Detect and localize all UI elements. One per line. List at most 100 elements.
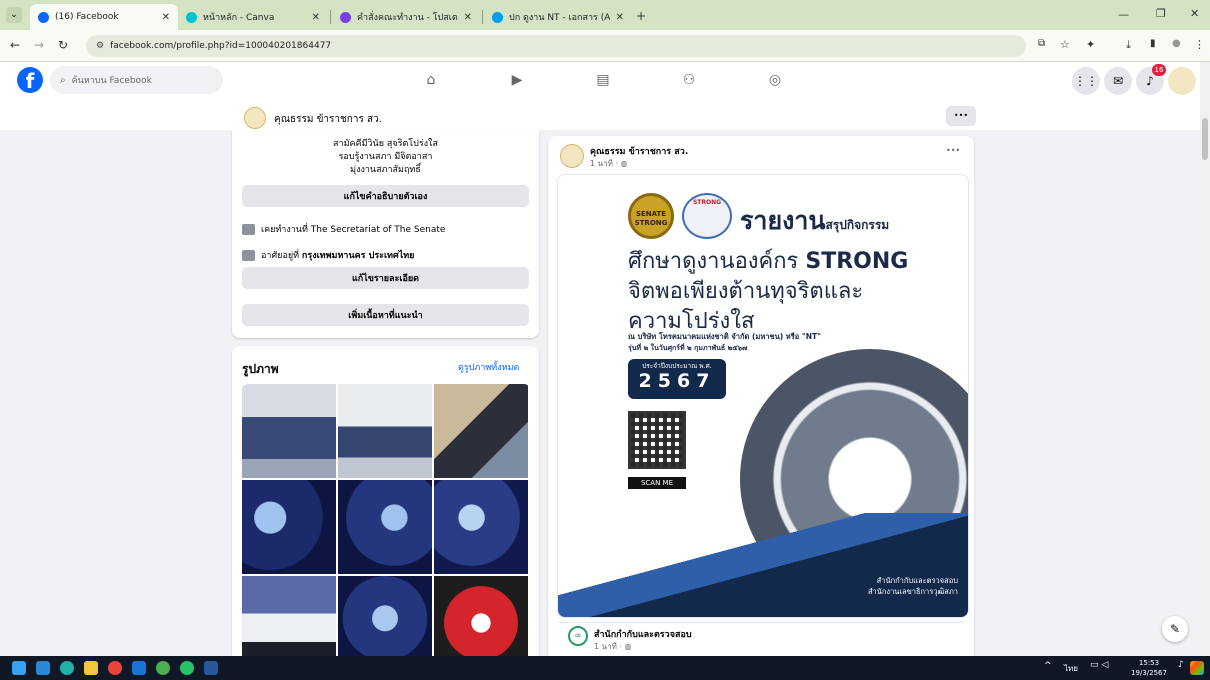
photo-thumbnail[interactable] — [242, 480, 336, 574]
bio-text: สามัคคีมีวินัย สุจริตโปร่งใส รอบรู้งานสภ… — [232, 138, 539, 177]
shared-page-avatar[interactable]: ∞ — [568, 626, 588, 646]
post-time-text: 1 นาที · — [590, 159, 621, 168]
tray-chevron-icon[interactable]: ^ — [1044, 661, 1052, 671]
close-tab-icon[interactable]: ✕ — [464, 12, 472, 23]
clock-time: 15:53 — [1138, 659, 1160, 667]
photos-card: รูปภาพ ดูรูปภาพทั้งหมด — [232, 346, 539, 666]
photo-thumbnail[interactable] — [338, 480, 432, 574]
bio-line: รอบรู้งานสภา มีจิตอาสา — [338, 152, 433, 162]
reload-icon[interactable]: ↻ — [58, 38, 68, 52]
photo-thumbnail[interactable] — [338, 384, 432, 478]
sidebar-icon[interactable]: ▮ — [1150, 38, 1156, 49]
photo-thumbnail[interactable] — [242, 384, 336, 478]
close-tab-icon[interactable]: ✕ — [312, 12, 320, 23]
intro-card: สามัคคีมีวินัย สุจริตโปร่งใส รอบรู้งานสภ… — [232, 130, 539, 338]
post-poster-image[interactable]: SENATE STRONG STRONG รายงานสรุปกิจกรรม ศ… — [557, 174, 969, 618]
forward-icon[interactable]: → — [34, 38, 44, 52]
video-icon[interactable]: ▶ — [504, 68, 530, 92]
windows-start-icon[interactable] — [12, 661, 26, 675]
new-message-button[interactable]: ✎ — [1162, 616, 1188, 642]
extensions-icon[interactable]: ✦ — [1086, 38, 1095, 51]
tab-facebook[interactable]: (16) Facebook ✕ — [30, 4, 178, 30]
clock[interactable]: 15:53 19/3/2567 — [1126, 658, 1172, 678]
task-view-icon[interactable] — [36, 661, 50, 675]
browser-menu-icon[interactable]: ⋮ — [1194, 38, 1205, 51]
location-info: อาศัยอยู่ที่ กรุงเทพมหานคร ประเทศไทย — [242, 248, 414, 262]
chrome-icon[interactable] — [108, 661, 122, 675]
tab-divider — [330, 10, 331, 24]
photo-thumbnail[interactable] — [338, 576, 432, 664]
input-language[interactable]: ไทย — [1064, 662, 1078, 675]
url-text: facebook.com/profile.php?id=100040201864… — [110, 41, 332, 51]
poster-report-title: รายงานสรุปกิจกรรม — [740, 201, 889, 241]
profile-avatar[interactable] — [244, 107, 266, 129]
poster-wave-decoration — [558, 513, 968, 617]
tab-search-button[interactable]: ⌄ — [6, 7, 22, 23]
bio-line: สามัคคีมีวินัย สุจริตโปร่งใส — [333, 139, 438, 149]
close-window-icon[interactable]: ✕ — [1190, 7, 1199, 20]
notification-center-icon[interactable]: ♪ — [1178, 660, 1184, 670]
line-app-icon[interactable] — [180, 661, 194, 675]
facebook-logo-icon[interactable]: f — [17, 67, 43, 93]
lives-in-link[interactable]: กรุงเทพมหานคร ประเทศไทย — [302, 248, 415, 262]
chrome-profile-icon[interactable] — [156, 661, 170, 675]
site-info-icon[interactable]: ⚙ — [96, 41, 104, 51]
facebook-search-input[interactable]: ⌕ ค้นหาบน Facebook — [50, 66, 223, 94]
tab-divider — [482, 10, 483, 24]
address-bar[interactable]: ⚙ facebook.com/profile.php?id=1000402018… — [86, 35, 1026, 57]
word-icon[interactable] — [204, 661, 218, 675]
tab-canva[interactable]: หน้าหลัก - Canva ✕ — [178, 4, 328, 30]
edge-icon[interactable] — [60, 661, 74, 675]
messenger-icon[interactable]: ✉ — [1104, 67, 1132, 95]
photo-thumbnail[interactable] — [434, 480, 528, 574]
see-all-photos-link[interactable]: ดูรูปภาพทั้งหมด — [458, 360, 519, 374]
copilot-icon[interactable] — [1190, 661, 1204, 675]
close-tab-icon[interactable]: ✕ — [616, 12, 624, 23]
profile-more-button[interactable]: ••• — [946, 106, 976, 126]
new-tab-button[interactable]: + — [636, 9, 646, 23]
bookmark-star-icon[interactable]: ☆ — [1060, 38, 1070, 51]
profile-icon[interactable]: ● — [1172, 38, 1181, 49]
post-author-avatar[interactable] — [560, 144, 584, 168]
edit-bio-button[interactable]: แก้ไขคำอธิบายตัวเอง — [242, 185, 529, 207]
back-icon[interactable]: ← — [10, 38, 20, 52]
post-timestamp[interactable]: 1 นาที · ◍ — [590, 157, 627, 170]
marketplace-icon[interactable]: ▤ — [590, 68, 616, 92]
post-author-name[interactable]: คุณธรรม ข้าราชการ สว. — [590, 144, 688, 158]
screen-share-icon[interactable]: ⧉ — [1038, 38, 1045, 49]
fiscal-year-box: ประจำปีงบประมาณ พ.ศ. 2567 — [628, 359, 726, 399]
notification-count-badge: 16 — [1152, 64, 1166, 76]
store-icon[interactable] — [132, 661, 146, 675]
edit-details-button[interactable]: แก้ไขรายละเอียด — [242, 267, 529, 289]
globe-icon: ◍ — [624, 642, 632, 651]
work-info: เคยทำงานที่ The Secretariat of The Senat… — [242, 222, 445, 236]
restore-icon[interactable]: ❐ — [1156, 7, 1166, 20]
network-volume-icon[interactable]: ▭ ◁ — [1090, 660, 1108, 670]
gaming-icon[interactable]: ◎ — [762, 68, 788, 92]
tab-nt-document[interactable]: ปก ดูงาน NT - เอกสาร (A4) ✕ — [484, 4, 632, 30]
tab-poster[interactable]: คำสั่งคณะทำงาน - โปสเตอร์ ✕ — [332, 4, 480, 30]
scrollbar-thumb[interactable] — [1202, 118, 1208, 160]
groups-icon[interactable]: ⚇ — [676, 68, 702, 92]
shared-post-author[interactable]: สำนักกำกับและตรวจสอบ — [594, 627, 692, 641]
post-more-button[interactable]: ••• — [946, 146, 960, 155]
account-avatar[interactable] — [1168, 67, 1196, 95]
minimize-icon[interactable]: — — [1118, 8, 1129, 21]
shared-post-timestamp[interactable]: 1 นาที · ◍ — [594, 640, 631, 653]
headline-prefix: ศึกษาดูงานองค์กร — [628, 249, 806, 274]
search-placeholder: ค้นหาบน Facebook — [71, 76, 152, 86]
file-explorer-icon[interactable] — [84, 661, 98, 675]
close-tab-icon[interactable]: ✕ — [162, 12, 170, 23]
photo-thumbnail[interactable] — [434, 384, 528, 478]
add-featured-button[interactable]: เพิ่มเนื้อหาที่แนะนำ — [242, 304, 529, 326]
menu-grid-icon[interactable]: ⋮⋮ — [1072, 67, 1100, 95]
photos-grid — [242, 384, 530, 664]
canva-favicon-icon — [492, 11, 503, 23]
home-icon[interactable]: ⌂ — [418, 68, 444, 92]
lives-prefix: อาศัยอยู่ที่ — [261, 251, 302, 261]
downloads-icon[interactable]: ⤓ — [1126, 38, 1131, 52]
bio-line: มุ่งงานสภาสัมฤทธิ์ — [350, 165, 421, 175]
photo-thumbnail[interactable] — [434, 576, 528, 664]
profile-name[interactable]: คุณธรรม ข้าราชการ สว. — [274, 112, 382, 127]
photo-thumbnail[interactable] — [242, 576, 336, 664]
